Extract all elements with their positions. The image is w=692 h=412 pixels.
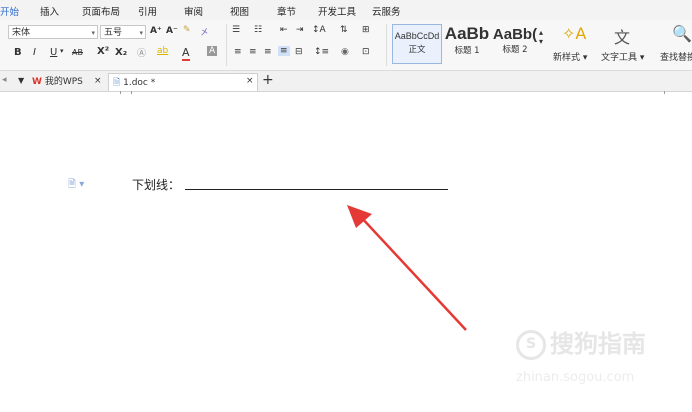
font-color-button[interactable]: A bbox=[182, 46, 190, 61]
font-size-select[interactable]: 五号 ▾ bbox=[100, 25, 146, 39]
margin-mark bbox=[120, 91, 121, 94]
underline-button[interactable]: U bbox=[50, 47, 57, 58]
line-spacing-icon[interactable]: ↕≡ bbox=[314, 47, 329, 57]
margin-mark bbox=[664, 91, 665, 94]
tab-document-label: 1.doc * bbox=[123, 78, 156, 88]
sort-icon[interactable]: ⇅ bbox=[340, 25, 348, 35]
numbered-list-icon[interactable]: ☷ bbox=[254, 25, 262, 35]
justify-icon[interactable]: ≡ bbox=[278, 46, 290, 56]
increase-indent-icon[interactable]: ⇥ bbox=[296, 25, 304, 35]
menu-bar: 开始 插入 页面布局 引用 审阅 视图 章节 开发工具 云服务 bbox=[0, 0, 692, 20]
chevron-down-icon: ▾ bbox=[91, 29, 95, 37]
close-tab-icon[interactable]: × bbox=[94, 76, 102, 86]
style-heading-2-preview: AaBb( bbox=[492, 26, 538, 43]
find-replace-button[interactable]: 查找替换 bbox=[660, 50, 692, 63]
new-style-label: 新样式 bbox=[553, 53, 581, 63]
menu-tab-home[interactable]: 开始 bbox=[0, 4, 19, 18]
style-heading-1[interactable]: AaBb 标题 1 bbox=[442, 24, 492, 64]
italic-button[interactable]: I bbox=[33, 47, 36, 58]
ribbon-divider bbox=[386, 24, 387, 66]
style-normal-preview: AaBbCcDd bbox=[394, 31, 440, 41]
char-shading-icon[interactable]: A bbox=[207, 46, 218, 56]
text-tools-button[interactable]: 文字工具 ▾ bbox=[601, 50, 644, 63]
tab-list-dropdown-icon[interactable]: ▼ bbox=[18, 76, 24, 85]
style-heading-1-name: 标题 1 bbox=[454, 46, 480, 56]
menu-tab-page-layout[interactable]: 页面布局 bbox=[82, 4, 120, 18]
align-right-icon[interactable]: ≡ bbox=[264, 47, 272, 57]
shading-icon[interactable]: ◉ bbox=[341, 47, 349, 57]
paragraph-layout-icon[interactable]: 🗎 ▾ bbox=[68, 177, 84, 194]
tab-scroll-left-icon[interactable]: ◂ bbox=[2, 75, 7, 85]
style-heading-2[interactable]: AaBb( 标题 2 bbox=[490, 24, 540, 64]
tab-my-wps-label: 我的WPS bbox=[44, 77, 83, 87]
menu-tab-chapter[interactable]: 章节 bbox=[277, 4, 296, 18]
distribute-icon[interactable]: ⊟ bbox=[295, 47, 303, 57]
menu-tab-view[interactable]: 视图 bbox=[230, 4, 249, 18]
menu-tab-references[interactable]: 引用 bbox=[138, 4, 157, 18]
new-style-icon: ✧A bbox=[562, 24, 587, 43]
underline-dropdown-icon[interactable]: ▾ bbox=[60, 47, 64, 55]
font-name-value: 宋体 bbox=[12, 28, 31, 38]
sogou-logo-icon: S bbox=[516, 330, 546, 360]
text-tools-icon: 文 bbox=[614, 28, 631, 47]
style-heading-1-preview: AaBb bbox=[444, 24, 490, 43]
new-style-button[interactable]: 新样式 ▾ bbox=[553, 50, 587, 63]
text-direction-icon[interactable]: ↕A bbox=[312, 25, 326, 35]
style-heading-2-name: 标题 2 bbox=[502, 45, 528, 55]
align-left-icon[interactable]: ≡ bbox=[234, 47, 242, 57]
tab-document[interactable]: 🗎 1.doc * bbox=[108, 73, 258, 91]
menu-tab-developer[interactable]: 开发工具 bbox=[318, 4, 356, 18]
menu-tab-review[interactable]: 审阅 bbox=[184, 4, 203, 18]
menu-tab-insert[interactable]: 插入 bbox=[40, 4, 59, 18]
clear-format-icon[interactable]: ✎ bbox=[183, 25, 191, 35]
doc-file-icon: 🗎 bbox=[113, 78, 121, 88]
bullet-list-icon[interactable]: ☰ bbox=[232, 25, 240, 35]
document-tab-bar: ◂ ▼ W 我的WPS × 🗎 1.doc * × + bbox=[0, 71, 692, 92]
ribbon-divider bbox=[226, 24, 227, 66]
align-center-icon[interactable]: ≡ bbox=[249, 47, 257, 57]
font-size-value: 五号 bbox=[104, 28, 123, 38]
watermark-url: zhinan.sogou.com bbox=[516, 370, 635, 385]
watermark-brand: 搜狗指南 bbox=[550, 330, 646, 358]
superscript-button[interactable]: X² bbox=[97, 46, 109, 57]
highlight-icon[interactable]: ab bbox=[157, 46, 168, 56]
document-text-line[interactable]: 下划线： bbox=[132, 176, 180, 193]
style-normal-name: 正文 bbox=[408, 45, 426, 55]
text-tools-label: 文字工具 bbox=[601, 53, 638, 63]
new-tab-button[interactable]: + bbox=[262, 72, 274, 88]
table-grid-icon[interactable]: ⊞ bbox=[362, 25, 370, 35]
grow-font-button[interactable]: A⁺ bbox=[150, 26, 162, 36]
find-replace-icon: 🔍 bbox=[672, 24, 692, 43]
document-page[interactable] bbox=[0, 92, 692, 412]
phonetic-guide-icon[interactable]: 㐅 bbox=[200, 25, 209, 38]
subscript-button[interactable]: X₂ bbox=[115, 47, 127, 58]
style-normal[interactable]: AaBbCcDd 正文 bbox=[392, 24, 442, 64]
shrink-font-button[interactable]: A⁻ bbox=[166, 26, 178, 36]
decrease-indent-icon[interactable]: ⇤ bbox=[280, 25, 288, 35]
close-tab-icon[interactable]: × bbox=[246, 76, 254, 86]
chevron-down-icon: ▾ bbox=[139, 29, 143, 37]
ribbon-toolbar: 宋体 ▾ 五号 ▾ A⁺ A⁻ ✎ 㐅 B I U ▾ AB X² X₂ Ⓐ a… bbox=[0, 20, 692, 71]
bold-button[interactable]: B bbox=[14, 47, 22, 58]
font-name-select[interactable]: 宋体 ▾ bbox=[8, 25, 98, 39]
strikethrough-button[interactable]: AB bbox=[72, 48, 83, 57]
underlined-blank[interactable] bbox=[185, 189, 448, 190]
style-gallery-scroll-icon[interactable]: ▴ ▾ bbox=[539, 28, 543, 46]
border-icon[interactable]: ⊡ bbox=[362, 47, 370, 57]
sogou-watermark: S 搜狗指南 bbox=[516, 324, 646, 360]
margin-mark bbox=[131, 91, 132, 94]
text-effect-icon[interactable]: Ⓐ bbox=[137, 46, 146, 59]
menu-tab-cloud[interactable]: 云服务 bbox=[372, 4, 401, 18]
wps-logo-icon: W bbox=[32, 77, 42, 87]
